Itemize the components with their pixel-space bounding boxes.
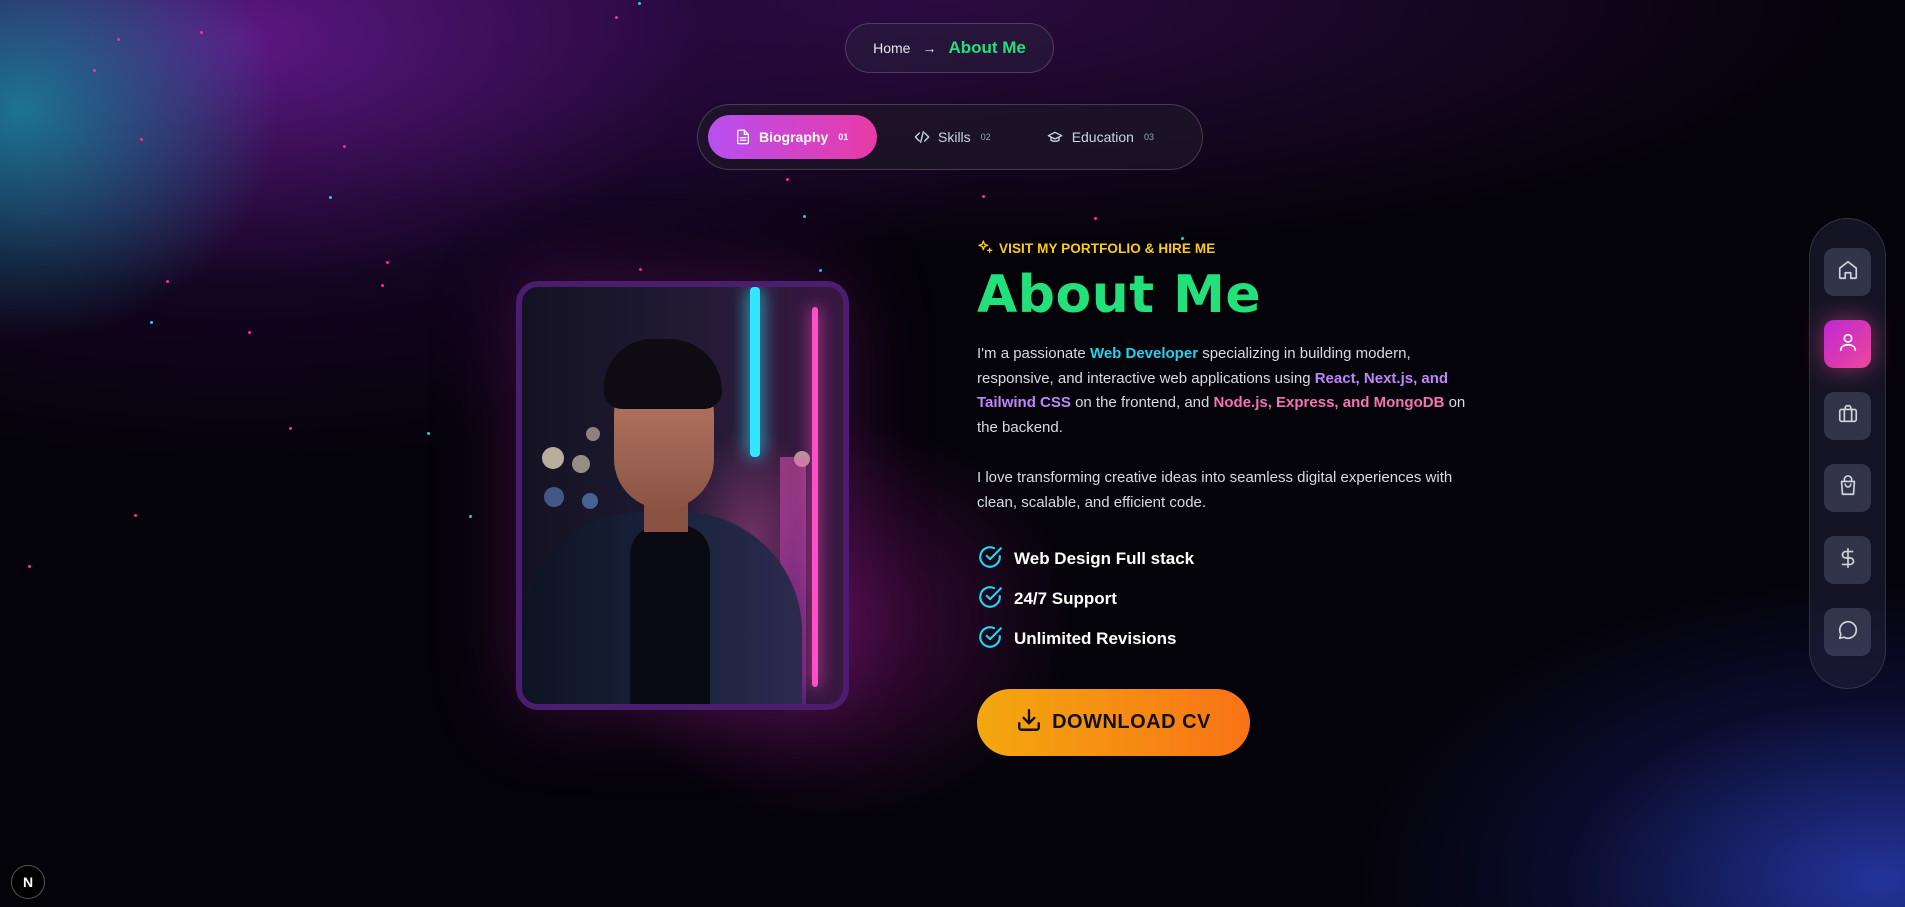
check-circle-icon	[977, 544, 1003, 575]
nav-home-button[interactable]	[1824, 248, 1871, 296]
shopping-bag-icon	[1837, 474, 1859, 502]
check-circle-icon	[977, 624, 1003, 655]
check-circle-icon	[977, 584, 1003, 615]
nav-about-button[interactable]	[1824, 320, 1871, 368]
tab-biography[interactable]: Biography 01	[708, 115, 877, 159]
breadcrumb: Home → About Me	[845, 23, 1054, 73]
eyebrow-text: VISIT MY PORTFOLIO & HIRE ME	[999, 240, 1216, 256]
tab-number: 01	[838, 132, 849, 142]
dollar-icon	[1837, 547, 1859, 574]
section-tabs: Biography 01 Skills 02 Education 03	[697, 104, 1203, 170]
next-dev-badge[interactable]: N	[11, 865, 45, 899]
list-item: 24/7 Support	[977, 579, 1467, 619]
download-cv-button[interactable]: DOWNLOAD CV	[977, 689, 1250, 756]
nav-portfolio-button[interactable]	[1824, 392, 1871, 440]
user-icon	[1837, 331, 1859, 358]
chat-icon	[1837, 619, 1859, 646]
tab-number: 03	[1143, 132, 1154, 142]
tab-number: 02	[980, 132, 991, 142]
list-item: Web Design Full stack	[977, 539, 1467, 579]
bio-paragraph: I'm a passionate Web Developer specializ…	[977, 345, 1466, 436]
about-content: VISIT MY PORTFOLIO & HIRE ME About Me I'…	[977, 239, 1467, 756]
nav-shop-button[interactable]	[1824, 464, 1871, 512]
download-icon	[1016, 707, 1042, 739]
list-item: Unlimited Revisions	[977, 619, 1467, 659]
tab-label: Skills	[938, 129, 971, 145]
tab-label: Biography	[759, 129, 829, 145]
breadcrumb-current: About Me	[948, 38, 1026, 57]
briefcase-icon	[1837, 403, 1859, 430]
nav-contact-button[interactable]	[1824, 608, 1871, 656]
breadcrumb-home-link[interactable]: Home	[873, 40, 910, 56]
download-cv-label: DOWNLOAD CV	[1052, 711, 1211, 733]
home-icon	[1837, 259, 1859, 286]
page: Home → About Me Biography 01 Skills 02 E…	[0, 0, 1905, 907]
document-icon	[735, 129, 751, 145]
tab-label: Education	[1071, 129, 1134, 145]
sparkles-icon	[977, 239, 993, 258]
tab-skills[interactable]: Skills 02	[914, 115, 991, 159]
feature-list: Web Design Full stack 24/7 Support Unlim…	[977, 539, 1467, 659]
bio-paragraph-2: I love transforming creative ideas into …	[977, 469, 1453, 511]
side-nav	[1809, 218, 1886, 689]
profile-photo	[516, 281, 849, 710]
graduation-cap-icon	[1046, 129, 1064, 145]
breadcrumb-arrow-icon: →	[922, 40, 937, 56]
tab-education[interactable]: Education 03	[1046, 115, 1154, 159]
page-title: About Me	[977, 265, 1262, 325]
nav-pricing-button[interactable]	[1824, 536, 1871, 584]
eyebrow: VISIT MY PORTFOLIO & HIRE ME	[977, 239, 1467, 258]
code-icon	[914, 129, 930, 145]
